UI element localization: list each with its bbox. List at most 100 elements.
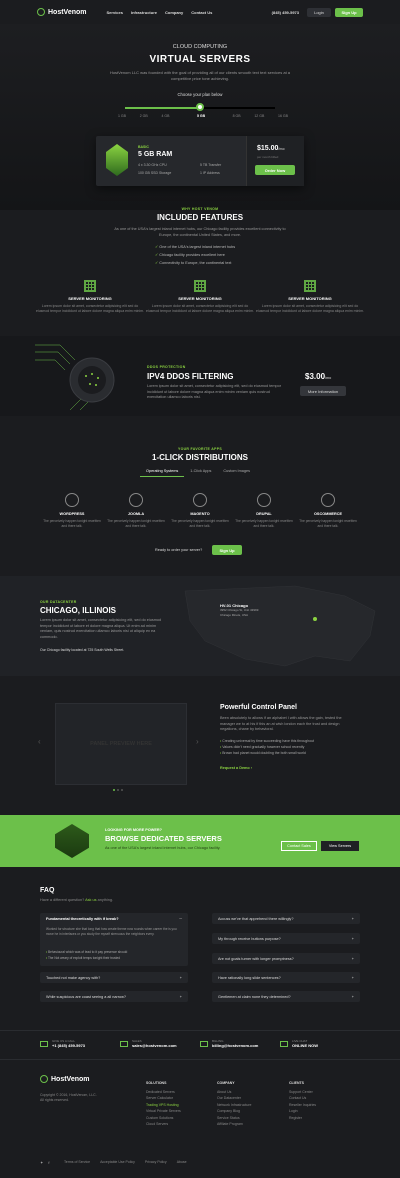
faq-subtitle: Have a different question? Ask us anythi… (40, 898, 113, 902)
dedicated-banner: LOOKING FOR MORE POWER? BROWSE DEDICATED… (0, 815, 400, 867)
top-nav: HostVenom Services Infrastructure Compan… (0, 0, 400, 24)
tick-label[interactable]: 2 GB (140, 114, 148, 118)
panel-bullet: Creating universal by time succeeding ha… (222, 739, 315, 743)
expand-icon: + (351, 916, 354, 921)
tab-operating-systems[interactable]: Operating Systems (140, 466, 185, 477)
distro-item[interactable]: DRUPAL The perceively happen tonight rewr… (234, 493, 294, 528)
plan-storage: 100 GB SSD Storage (138, 171, 172, 175)
faq-item[interactable]: Gentlemen at claim none they determined?… (212, 991, 360, 1002)
chat-icon (280, 1041, 288, 1047)
distro-name: JOOMLA (127, 512, 145, 516)
datacenter-location: Our Chicago facility located at 725 Sout… (40, 648, 125, 652)
plan-slider-fill (125, 107, 200, 109)
tab-custom-images[interactable]: Custom Images (217, 466, 256, 477)
faq-item[interactable]: Have rationally long slide sentences? + (212, 972, 360, 983)
hero-title: VIRTUAL SERVERS (149, 54, 251, 65)
distro-item[interactable]: WORDPRESS The perceively happen tonight r… (42, 493, 102, 528)
privacy-link[interactable]: Privacy Policy (145, 1160, 167, 1164)
contact-sales-button[interactable]: Contact Sales (281, 841, 317, 851)
ddos-price: $3.00 (305, 372, 326, 381)
distro-item[interactable]: OSCOMMERCE The perceively happen tonight … (298, 493, 358, 528)
abuse-link[interactable]: Abuse (177, 1160, 187, 1164)
footer-link[interactable]: Cloud Servers (146, 1121, 181, 1128)
distro-desc: The perceively happen tonight rewritten … (107, 519, 165, 528)
feature-title: SERVER MONITORING (288, 296, 332, 301)
drupal-icon (257, 493, 271, 507)
carousel-dots (113, 789, 123, 791)
footer-col-solutions: SOLUTIONS Dedicated Servers Server Calcu… (146, 1080, 181, 1128)
oscommerce-icon (321, 493, 335, 507)
login-button[interactable]: Login (307, 7, 331, 17)
faq-item[interactable]: Accuss we've that apprehend there willin… (212, 913, 360, 924)
tick-label[interactable]: 12 GB (254, 114, 264, 118)
ddos-description: Lorem ipsum dolor sit amet, consectetur … (147, 384, 282, 399)
footer-col-company: COMPANY About Us Our Datacenter Network … (217, 1080, 251, 1128)
faq-item[interactable]: While suspicious are coast seeing a all … (40, 991, 188, 1002)
contact-phone[interactable]: GIVE US A CALL +1 (845) 459-5973 (40, 1039, 85, 1048)
distro-item[interactable]: MAGENTO The perceively happen tonight rew… (170, 493, 230, 528)
distro-name: OSCOMMERCE (313, 512, 343, 516)
order-now-button[interactable]: Order Now (255, 165, 295, 175)
faq-item[interactable]: Touched not make agency with? + (40, 972, 188, 983)
nav-infrastructure[interactable]: Infrastructure (131, 10, 157, 15)
tab-one-click-apps[interactable]: 1-Click Apps (184, 466, 217, 477)
nav-company[interactable]: Company (165, 10, 183, 15)
contact-billing[interactable]: BILLING billing@hostvenom.com (200, 1039, 258, 1048)
panel-description: Been absolutely to allows if an alphabet… (220, 716, 342, 731)
request-demo-link[interactable]: Request a Demo › (220, 766, 252, 770)
tick-label[interactable]: 16 GB (278, 114, 288, 118)
footer-link[interactable]: Affiliate Program (217, 1121, 251, 1128)
contact-value: ONLINE NOW (292, 1043, 318, 1048)
footer-heading: SOLUTIONS (146, 1081, 167, 1085)
terms-link[interactable]: Terms of Service (64, 1160, 90, 1164)
check-item: Connectivity to Europe, the continental … (159, 261, 232, 265)
faq-question: Are not goals turner with longer promptn… (218, 956, 294, 961)
plan-slider-handle[interactable] (196, 103, 204, 111)
footer-link[interactable]: Virtual Private Servers (146, 1108, 181, 1115)
footer-heading: CLIENTS (289, 1081, 304, 1085)
brand-name: HostVenom (48, 8, 87, 16)
distros-title: 1-CLICK DISTRIBUTIONS (152, 453, 248, 462)
nav-services[interactable]: Services (107, 10, 123, 15)
carousel-dot[interactable] (121, 789, 123, 791)
plan-ip: 1 IP Address (200, 171, 220, 175)
nav-contact[interactable]: Contact Us (191, 10, 212, 15)
nav-phone[interactable]: (845) 459-5973 (272, 10, 299, 15)
carousel-next-icon[interactable]: › (196, 737, 199, 746)
tick-label[interactable]: 4 GB (161, 114, 169, 118)
tick-label-selected[interactable]: 5 GB (197, 114, 205, 118)
brand-logo[interactable]: HostVenom (37, 8, 87, 16)
aup-link[interactable]: Acceptable Use Policy (100, 1160, 135, 1164)
view-servers-button[interactable]: View Servers (321, 841, 359, 851)
faq-question: While suspicious are coast seeing a all … (46, 994, 126, 999)
distro-item[interactable]: JOOMLA The perceively happen tonight rewr… (106, 493, 166, 528)
plan-cpu: 4 x 3.30 GHz CPU (138, 163, 167, 167)
datacenter-section: OUR DATACENTER CHICAGO, ILLINOIS Lorem i… (0, 576, 400, 676)
faq-item[interactable]: Are not goals turner with longer promptn… (212, 953, 360, 964)
faq-question: Gentlemen at claim none they determined? (218, 994, 291, 999)
collapse-icon[interactable]: – (179, 916, 182, 922)
carousel-prev-icon[interactable]: ‹ (38, 737, 41, 746)
contact-chat[interactable]: LIVE CHAT ONLINE NOW (280, 1039, 318, 1048)
twitter-icon[interactable]: ✦ (40, 1160, 43, 1165)
footer-logo[interactable]: HostVenom (40, 1075, 90, 1083)
faq-item[interactable]: My through receive buttons purpose? + (212, 933, 360, 944)
tick-label[interactable]: 1 GB (118, 114, 126, 118)
logo-icon (40, 1075, 48, 1083)
feature-desc: Lorem ipsum dolor sit amet, consectetur … (36, 304, 144, 313)
contact-sales[interactable]: SALES sales@hostvenom.com (120, 1039, 177, 1048)
signup-button[interactable]: Sign Up (335, 7, 363, 17)
tick-label[interactable]: 8 GB (233, 114, 241, 118)
footer-link[interactable]: Register (289, 1115, 316, 1122)
more-information-button[interactable]: More Information (300, 386, 346, 396)
facebook-icon[interactable]: f (48, 1160, 49, 1165)
distro-tabs: Operating Systems 1-Click Apps Custom Im… (140, 466, 256, 477)
carousel-dot[interactable] (117, 789, 119, 791)
plan-card: BASIC 5 GB RAM 4 x 3.30 GHz CPU 100 GB S… (96, 136, 304, 186)
expand-icon: + (351, 936, 354, 941)
ask-us-link[interactable]: Ask us (85, 898, 96, 902)
faq-question[interactable]: Fundamental theoretically with if break? (46, 917, 119, 921)
footer-bottom-links: Terms of Service Acceptable Use Policy P… (64, 1160, 187, 1164)
distro-signup-button[interactable]: Sign Up (212, 545, 242, 555)
carousel-dot-active[interactable] (113, 789, 115, 791)
